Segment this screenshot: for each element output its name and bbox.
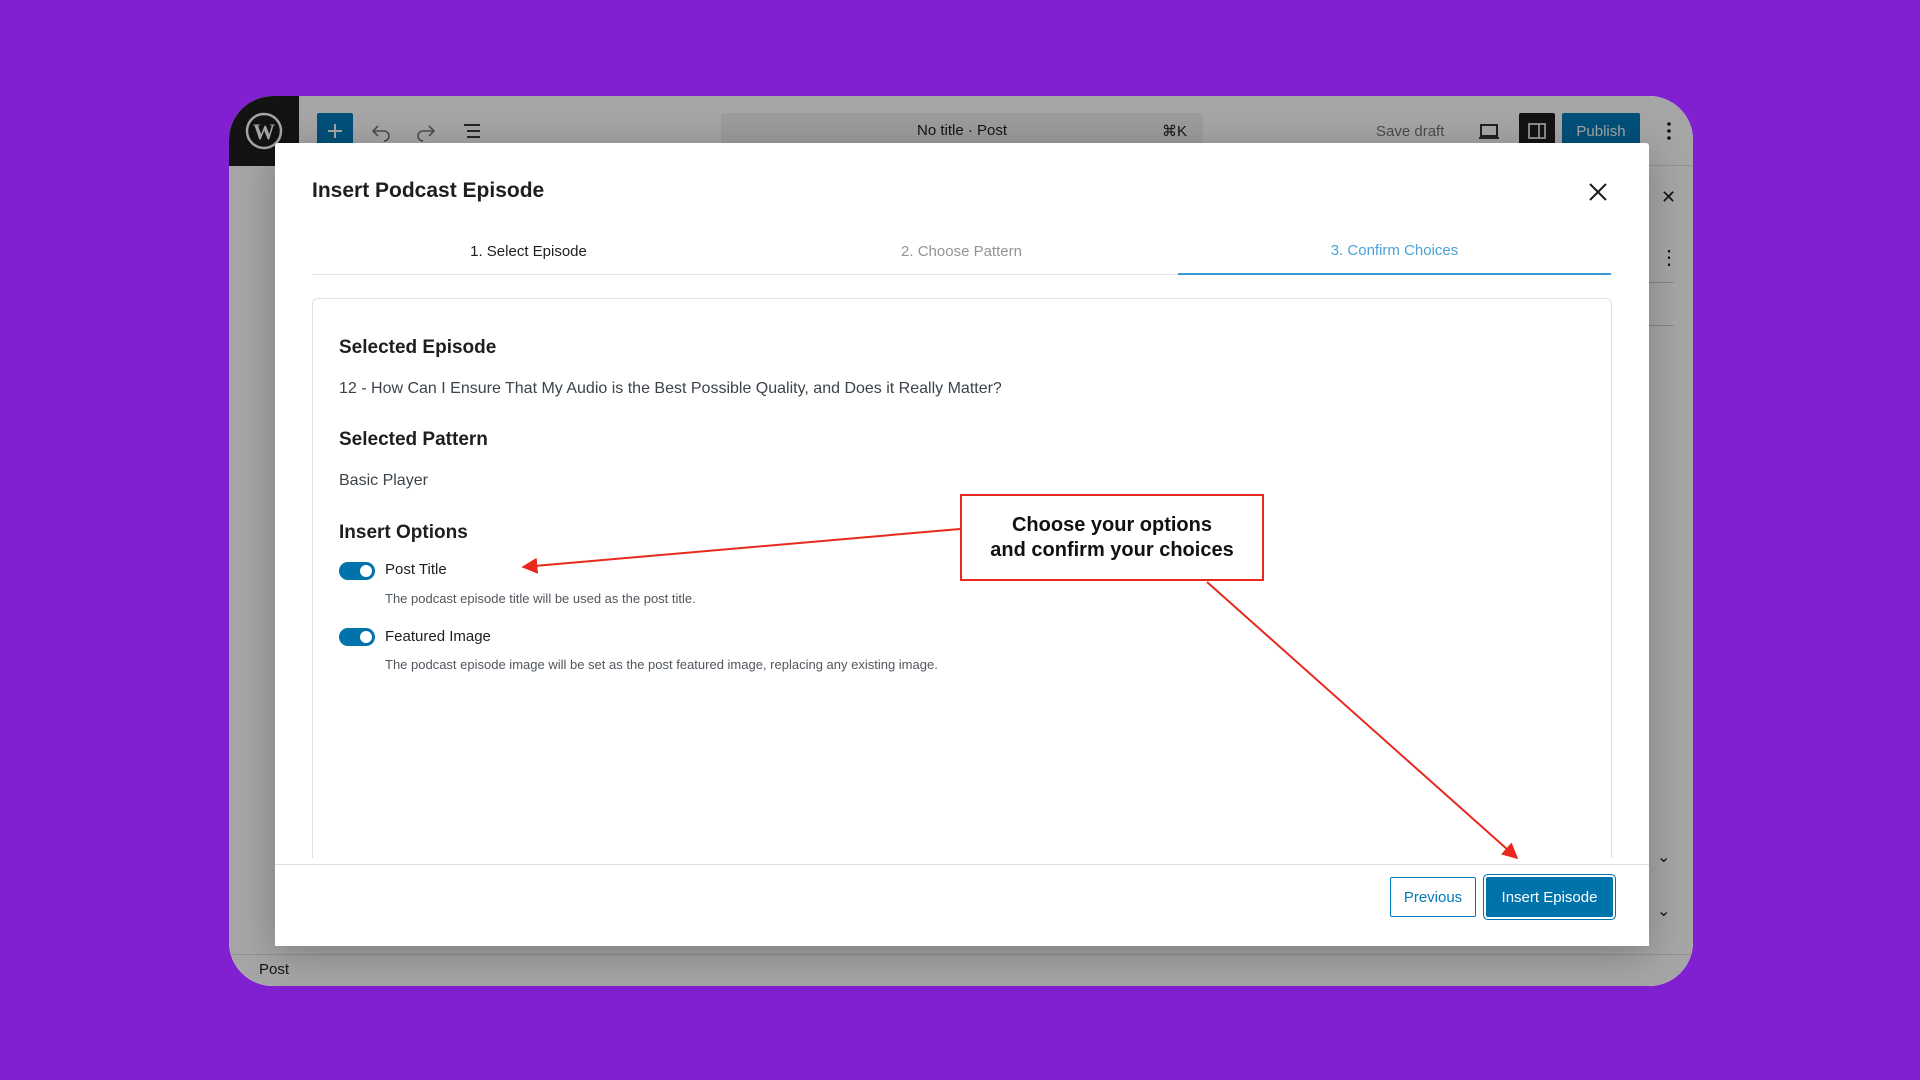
- featured-image-label: Featured Image: [385, 628, 491, 645]
- selected-episode-value: 12 - How Can I Ensure That My Audio is t…: [339, 380, 1002, 397]
- post-title-help: The podcast episode title will be used a…: [385, 591, 696, 606]
- close-icon[interactable]: [1583, 177, 1613, 207]
- insert-options-heading: Insert Options: [339, 522, 468, 543]
- selected-pattern-heading: Selected Pattern: [339, 429, 488, 450]
- modal-footer: Previous Insert Episode: [275, 864, 1649, 946]
- previous-button[interactable]: Previous: [1390, 877, 1476, 917]
- modal-title: Insert Podcast Episode: [312, 179, 545, 202]
- tab-confirm-choices[interactable]: 3. Confirm Choices: [1178, 227, 1611, 275]
- tab-select-episode[interactable]: 1. Select Episode: [312, 227, 745, 275]
- annotation-callout: Choose your options and confirm your cho…: [960, 494, 1264, 581]
- selected-episode-heading: Selected Episode: [339, 337, 497, 358]
- tab-choose-pattern[interactable]: 2. Choose Pattern: [745, 227, 1178, 275]
- post-title-toggle[interactable]: [339, 562, 375, 580]
- selected-pattern-value: Basic Player: [339, 472, 428, 489]
- post-title-label: Post Title: [385, 561, 447, 578]
- insert-episode-button[interactable]: Insert Episode: [1486, 877, 1613, 917]
- featured-image-help: The podcast episode image will be set as…: [385, 657, 938, 672]
- featured-image-toggle[interactable]: [339, 628, 375, 646]
- step-tabs: 1. Select Episode 2. Choose Pattern 3. C…: [312, 227, 1612, 275]
